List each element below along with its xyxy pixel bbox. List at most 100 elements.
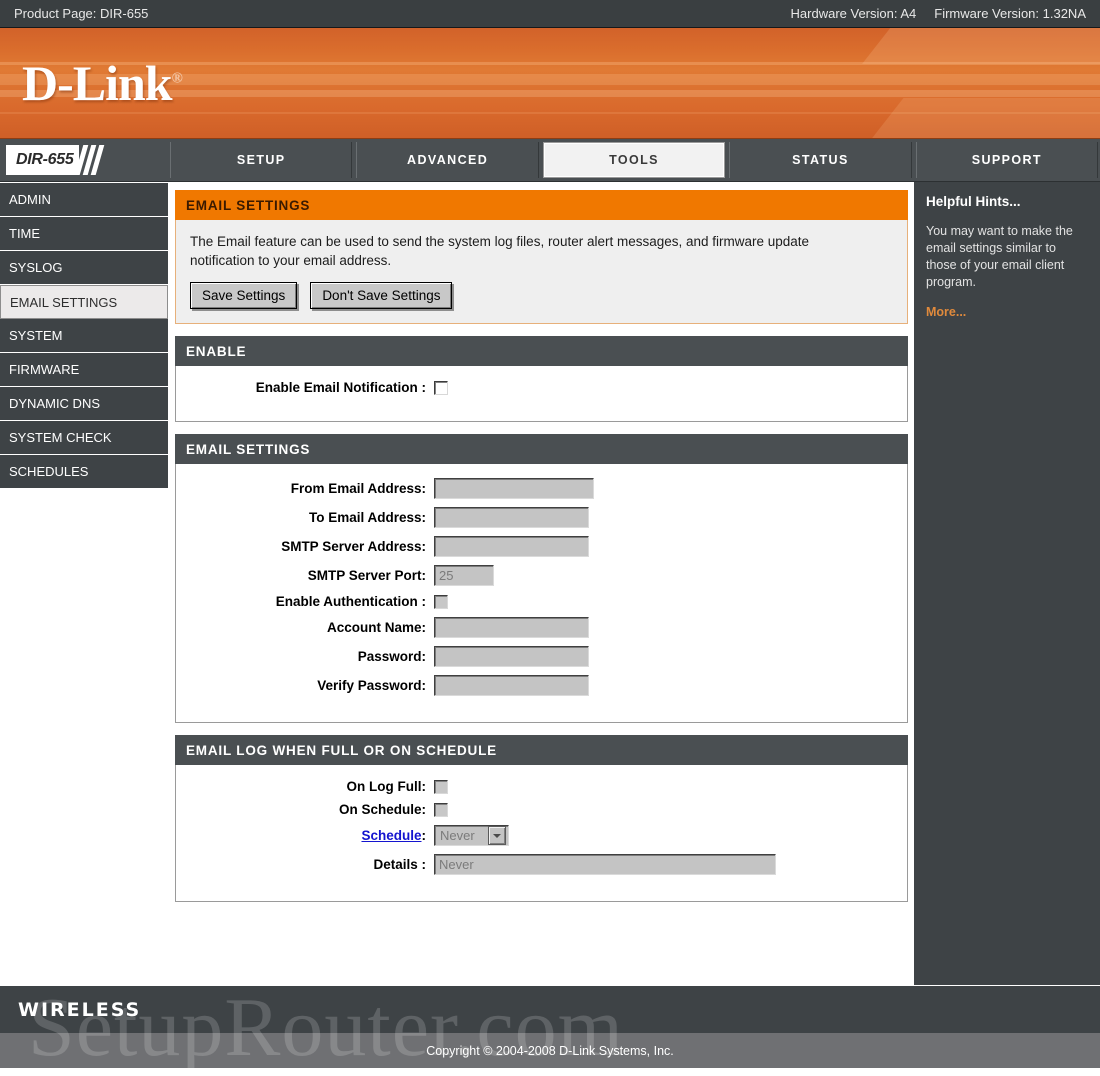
copyright-bar: Copyright © 2004-2008 D-Link Systems, In… <box>0 1033 1100 1068</box>
form-row-details: Details : <box>176 854 907 875</box>
nav-tab-list: SETUP ADVANCED TOOLS STATUS SUPPORT <box>168 139 1100 181</box>
form-row-from-email-address: From Email Address: <box>176 478 907 499</box>
sidebar-item-system[interactable]: SYSTEM <box>0 319 168 353</box>
helpful-hints-title: Helpful Hints... <box>926 194 1021 209</box>
sidebar-item-email-settings[interactable]: EMAIL SETTINGS <box>0 285 168 319</box>
panel-body-email-settings-form: From Email Address: To Email Address: SM… <box>175 464 908 723</box>
dlink-logo: D-Link® <box>22 54 183 112</box>
badge-slash-decoration <box>75 145 105 175</box>
helpful-hints-more-link[interactable]: More... <box>926 305 1088 319</box>
dont-save-settings-button[interactable]: Don't Save Settings <box>310 282 453 309</box>
copyright-label: Copyright © 2004-2008 D-Link Systems, In… <box>426 1043 674 1058</box>
password-input[interactable] <box>434 646 589 667</box>
form-row-schedule: Schedule: Never <box>176 825 907 846</box>
control-schedule: Never <box>434 825 509 846</box>
label-enable-authentication: Enable Authentication : <box>275 594 426 609</box>
firmware-version-label: Firmware Version: 1.32NA <box>934 6 1086 21</box>
form-row-to-email-address: To Email Address: <box>176 507 907 528</box>
top-product-bar: Product Page: DIR-655 Hardware Version: … <box>0 0 1100 28</box>
enable-email-notification-checkbox[interactable] <box>434 380 448 395</box>
from-email-address-input[interactable] <box>434 478 594 499</box>
form-row-password: Password: <box>176 646 907 667</box>
control-account-name <box>434 617 589 638</box>
banner-flare-decoration <box>856 98 1100 138</box>
tab-advanced[interactable]: ADVANCED <box>356 142 539 178</box>
helpful-hints-body: You may want to make the email settings … <box>926 224 1073 289</box>
label-smtp-server-address: SMTP Server Address: <box>281 539 426 554</box>
tab-setup[interactable]: SETUP <box>170 142 353 178</box>
label-verify-password: Verify Password: <box>317 678 426 693</box>
sidebar-item-time[interactable]: TIME <box>0 217 168 251</box>
tab-tools[interactable]: TOOLS <box>542 142 726 178</box>
control-to-email-address <box>434 507 589 528</box>
label-password: Password: <box>357 649 426 664</box>
to-email-address-input[interactable] <box>434 507 589 528</box>
form-row-enable-email-notification: Enable Email Notification : <box>176 380 907 395</box>
dlink-logo-text: D-Link <box>22 55 173 111</box>
panel-description: The Email feature can be used to send th… <box>190 234 810 268</box>
on-schedule-checkbox[interactable] <box>434 802 448 817</box>
chevron-down-icon[interactable] <box>488 826 506 845</box>
on-log-full-checkbox[interactable] <box>434 779 448 794</box>
form-row-on-log-full: On Log Full: <box>176 779 907 794</box>
banner-flare-decoration <box>862 28 1100 64</box>
sidebar-item-schedules[interactable]: SCHEDULES <box>0 455 168 489</box>
panel-title-email-log: EMAIL LOG WHEN FULL OR ON SCHEDULE <box>175 735 908 765</box>
email-settings-header-panel: EMAIL SETTINGS The Email feature can be … <box>175 190 908 324</box>
label-details: Details : <box>373 857 426 872</box>
control-enable-email-notification <box>434 380 448 395</box>
verify-password-input[interactable] <box>434 675 589 696</box>
smtp-server-address-input[interactable] <box>434 536 589 557</box>
control-enable-authentication <box>434 594 448 609</box>
panel-title-email-settings-form: EMAIL SETTINGS <box>175 434 908 464</box>
tab-support[interactable]: SUPPORT <box>915 142 1099 178</box>
schedule-link[interactable]: Schedule <box>361 828 421 843</box>
label-on-log-full: On Log Full: <box>346 779 426 794</box>
tab-status[interactable]: STATUS <box>729 142 912 178</box>
control-verify-password <box>434 675 589 696</box>
label-smtp-server-port: SMTP Server Port: <box>307 568 426 583</box>
sidebar-item-syslog[interactable]: SYSLOG <box>0 251 168 285</box>
label-enable-email-notification: Enable Email Notification : <box>255 380 426 395</box>
panel-title-enable: ENABLE <box>175 336 908 366</box>
label-on-schedule: On Schedule: <box>338 802 426 817</box>
model-name-label: DIR-655 <box>6 145 80 175</box>
control-password <box>434 646 589 667</box>
schedule-colon: : <box>421 828 427 843</box>
form-row-enable-authentication: Enable Authentication : <box>176 594 907 609</box>
label-from-email-address: From Email Address: <box>290 481 426 496</box>
control-on-log-full <box>434 779 448 794</box>
enable-authentication-checkbox[interactable] <box>434 594 448 609</box>
wireless-footer-bar: WIRELESS <box>0 985 1100 1033</box>
control-from-email-address <box>434 478 594 499</box>
page-footer: WIRELESS Copyright © 2004-2008 D-Link Sy… <box>0 981 1100 1074</box>
panel-body-email-log: On Log Full: On Schedule: Schedule: Neve… <box>175 765 908 902</box>
label-schedule: Schedule: <box>176 828 434 843</box>
helpful-hints-panel: Helpful Hints... You may want to make th… <box>914 182 1100 997</box>
account-name-input[interactable] <box>434 617 589 638</box>
action-button-row: Save Settings Don't Save Settings <box>190 282 893 309</box>
enable-panel: ENABLE Enable Email Notification : <box>175 336 908 422</box>
hardware-version-label: Hardware Version: A4 <box>790 6 917 21</box>
email-settings-form-panel: EMAIL SETTINGS From Email Address: To Em… <box>175 434 908 723</box>
smtp-server-port-input[interactable] <box>434 565 494 586</box>
sidebar-item-system-check[interactable]: SYSTEM CHECK <box>0 421 168 455</box>
model-badge: DIR-655 <box>0 139 168 181</box>
main-content: EMAIL SETTINGS The Email feature can be … <box>168 182 914 997</box>
panel-body-header: The Email feature can be used to send th… <box>175 220 908 324</box>
page-shell: ADMIN TIME SYSLOG EMAIL SETTINGS SYSTEM … <box>0 182 1100 997</box>
sidebar-item-firmware[interactable]: FIRMWARE <box>0 353 168 387</box>
panel-body-enable: Enable Email Notification : <box>175 366 908 422</box>
control-smtp-server-port <box>434 565 494 586</box>
save-settings-button[interactable]: Save Settings <box>190 282 298 309</box>
sidebar-nav: ADMIN TIME SYSLOG EMAIL SETTINGS SYSTEM … <box>0 182 168 997</box>
details-input[interactable] <box>434 854 776 875</box>
label-to-email-address: To Email Address: <box>308 510 426 525</box>
product-page-label: Product Page: DIR-655 <box>14 6 149 21</box>
sidebar-item-admin[interactable]: ADMIN <box>0 183 168 217</box>
schedule-select[interactable]: Never <box>434 825 509 846</box>
brand-banner: D-Link® <box>0 28 1100 139</box>
main-navigation: DIR-655 SETUP ADVANCED TOOLS STATUS SUPP… <box>0 139 1100 182</box>
form-row-on-schedule: On Schedule: <box>176 802 907 817</box>
sidebar-item-dynamic-dns[interactable]: DYNAMIC DNS <box>0 387 168 421</box>
